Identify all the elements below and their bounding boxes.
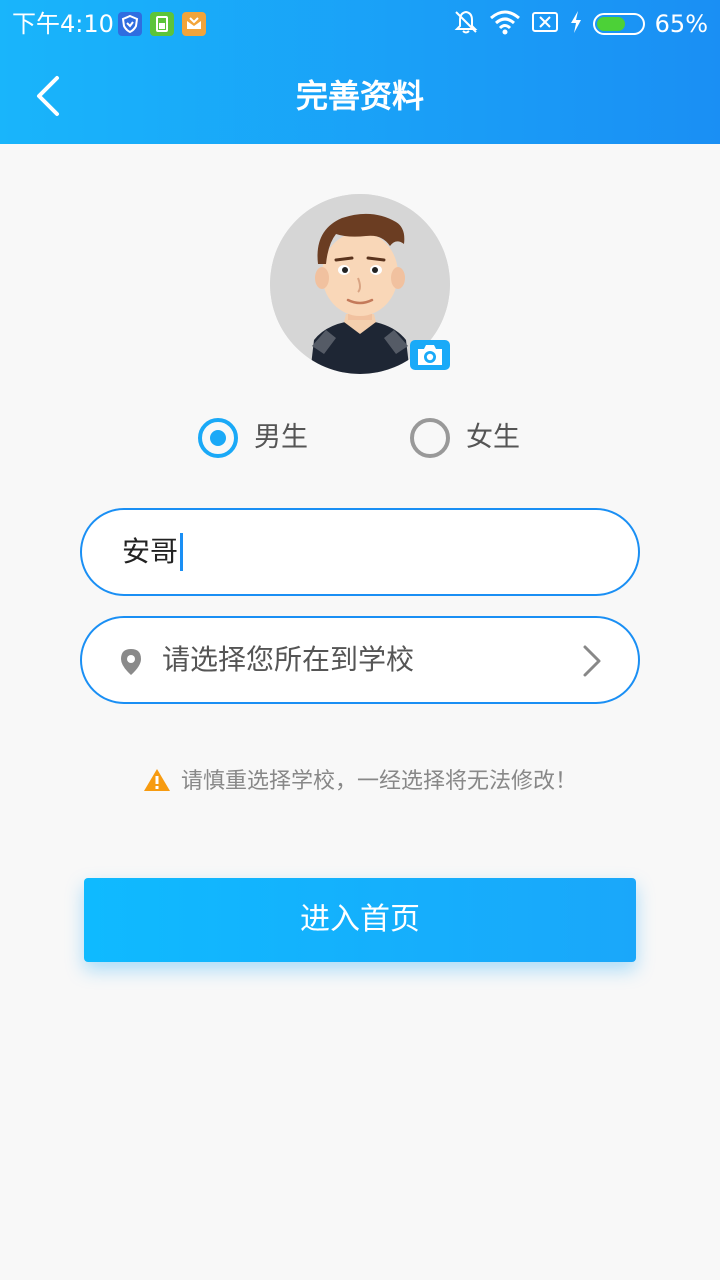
shield-icon	[118, 12, 142, 36]
warning-notice: 请慎重选择学校，一经选择将无法修改！	[0, 766, 720, 798]
app-notification-icon	[182, 12, 206, 36]
status-right: 65%	[453, 6, 708, 42]
radio-checked-icon[interactable]	[198, 418, 238, 458]
female-label: 女生	[466, 422, 520, 453]
battery-percent: 65%	[654, 10, 708, 38]
male-label: 男生	[254, 422, 308, 453]
charging-bolt-icon	[569, 10, 583, 38]
location-pin-icon	[120, 648, 142, 680]
avatar-upload[interactable]	[270, 194, 450, 374]
battery-level	[596, 17, 626, 31]
nav-bar: 完善资料	[0, 48, 720, 144]
nickname-field[interactable]: 安哥	[80, 508, 640, 596]
warning-text: 请慎重选择学校，一经选择将无法修改！	[180, 769, 577, 794]
gender-option-female[interactable]: 女生	[410, 418, 520, 458]
gender-option-male[interactable]: 男生	[198, 418, 308, 458]
chevron-right-icon	[582, 644, 602, 682]
wifi-icon	[489, 9, 521, 39]
no-sim-icon	[531, 10, 559, 38]
enter-home-button[interactable]: 进入首页	[84, 878, 636, 962]
status-time: 下午4:10	[12, 10, 114, 38]
school-placeholder: 请选择您所在到学校	[162, 643, 415, 676]
gender-selector: 男生 女生	[0, 418, 720, 458]
top-header: 下午4:10 65% 完善资料	[0, 0, 720, 144]
battery-icon	[592, 13, 645, 35]
text-cursor	[180, 533, 184, 571]
sim-icon	[150, 12, 174, 36]
mute-bell-icon	[453, 9, 479, 39]
nickname-value: 安哥	[122, 535, 179, 568]
school-selector[interactable]: 请选择您所在到学校	[80, 616, 640, 704]
radio-unchecked-icon[interactable]	[410, 418, 450, 458]
status-bar: 下午4:10 65%	[0, 0, 720, 48]
nickname-input[interactable]: 安哥	[122, 532, 184, 572]
page-title: 完善资料	[295, 77, 424, 115]
warning-triangle-icon	[143, 768, 171, 796]
camera-icon[interactable]	[410, 340, 450, 370]
